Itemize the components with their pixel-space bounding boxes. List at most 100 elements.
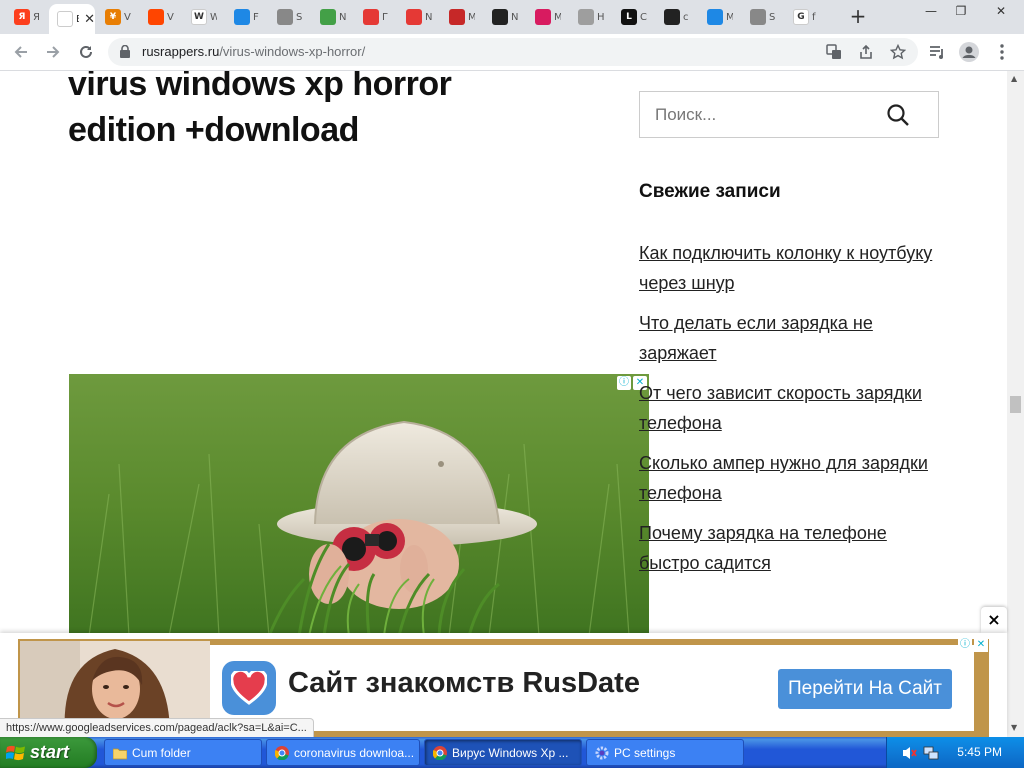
gear-icon [595,746,609,759]
restore-button[interactable]: ❐ [946,0,976,22]
browser-tab[interactable]: S [269,4,303,30]
tab-strip: GfSMcLCHMNMNГNSFWWV¥VВи✕ЯЯ + — ❐ ✕ [0,0,1024,34]
recent-post-link[interactable]: От чего зависит скорость зарядки телефон… [639,383,922,433]
new-tab-button[interactable]: + [848,5,868,27]
browser-tab[interactable]: M [699,4,733,30]
scroll-up-arrow-icon[interactable]: ▲ [1011,74,1017,83]
recent-post-link[interactable]: Сколько ампер нужно для зарядки телефона [639,453,928,503]
taskbar-task-coronavirus[interactable]: coronavirus downloa... [266,739,420,766]
tab-title: N [339,11,346,23]
translate-icon[interactable] [826,44,842,60]
tab-favicon-icon [148,9,164,25]
reload-icon [80,45,92,58]
ad-image-explorer-in-grass[interactable]: ⓘ ✕ [69,374,649,636]
banner-ad-close-icon[interactable]: ✕ [974,638,988,652]
browser-tab[interactable]: M [527,4,561,30]
recent-post-item: Сколько ампер нужно для зарядки телефона [639,448,939,508]
banner-headline: Сайт знакомств RusDate [288,667,640,699]
recent-posts-heading: Свежие записи [639,181,781,202]
tab-favicon-icon [363,9,379,25]
browser-tab[interactable]: ЯЯ [6,4,40,30]
tab-title: V [167,11,174,23]
browser-tab[interactable]: S [742,4,776,30]
search-input[interactable] [640,92,880,137]
recent-post-link[interactable]: Что делать если зарядка не заряжает [639,313,873,363]
reload-button[interactable] [74,40,98,64]
search-form [639,91,939,138]
banner-content: Сайт знакомств RusDate Перейти На Сайт [210,645,974,731]
bookmark-star-icon[interactable] [890,44,906,60]
scroll-down-arrow-icon[interactable]: ▼ [1011,723,1017,732]
tab-title: F [253,11,259,23]
browser-tab[interactable]: ¥ V [97,4,131,30]
tab-title: Г [382,11,389,23]
taskbar-task-cum-folder[interactable]: Cum folder [104,739,262,766]
browser-tab[interactable]: V [140,4,174,30]
reading-list-button[interactable] [925,40,949,64]
windows-logo-icon [6,745,25,760]
taskbar-task-pc-settings[interactable]: PC settings [586,739,744,766]
network-icon[interactable] [923,745,939,761]
taskbar-task-virus-windows-xp[interactable]: Вирус Windows Xp ... [424,739,582,766]
banner-cta-button[interactable]: Перейти На Сайт [778,669,952,709]
forward-arrow-icon [47,46,60,58]
browser-toolbar: rusrappers.ru/virus-windows-xp-horror/ [0,34,1024,71]
tab-close-icon[interactable]: ✕ [84,12,95,27]
tab-favicon-icon [578,9,594,25]
browser-tab[interactable]: LC [613,4,647,30]
tab-favicon-icon [406,9,422,25]
banner-ad-info-icon[interactable]: ⓘ [958,638,972,652]
tab-favicon-icon: ¥ [105,9,121,25]
link-status-bar: https://www.googleadservices.com/pagead/… [0,718,314,738]
browser-tab[interactable]: Gf [785,4,819,30]
tab-title: Ви [76,14,79,25]
browser-tab[interactable]: WW [183,4,217,30]
scrollbar-thumb[interactable] [1010,396,1021,413]
tab-favicon-icon [535,9,551,25]
browser-tab[interactable]: Ви ✕ [49,4,95,34]
browser-tab[interactable]: c [656,4,690,30]
recent-post-link[interactable]: Почему зарядка на телефоне быстро садитс… [639,523,887,573]
browser-tab[interactable]: M [441,4,475,30]
close-window-button[interactable]: ✕ [978,0,1024,22]
browser-tab[interactable]: H [570,4,604,30]
grass-explorer-illustration [69,374,649,636]
browser-tab[interactable]: Г [355,4,389,30]
url-text: rusrappers.ru/virus-windows-xp-horror/ [142,44,365,59]
profile-button[interactable] [957,40,981,64]
taskbar-task-label: Вирус Windows Xp ... [452,745,569,760]
back-button[interactable] [9,40,33,64]
menu-button[interactable] [990,40,1014,64]
tab-favicon-icon [449,9,465,25]
search-icon[interactable] [886,103,910,127]
recent-post-item: Что делать если зарядка не заряжает [639,308,939,368]
share-icon[interactable] [858,44,874,60]
address-bar[interactable]: rusrappers.ru/virus-windows-xp-horror/ [108,38,918,66]
url-domain: rusrappers.ru [142,44,220,59]
tab-favicon-icon: G [793,9,809,25]
taskbar-task-label: Cum folder [132,745,191,760]
tab-favicon-icon: Я [14,9,30,25]
forward-button[interactable] [41,40,65,64]
page-scrollbar[interactable]: ▲ ▼ [1007,71,1024,737]
start-button[interactable]: start [0,737,97,768]
start-label: start [30,742,70,762]
recent-post-link[interactable]: Как подключить колонку к ноутбуку через … [639,243,932,293]
browser-tab[interactable]: N [484,4,518,30]
browser-tab[interactable]: N [398,4,432,30]
tab-title: f [812,11,816,23]
recent-post-item: От чего зависит скорость зарядки телефон… [639,378,939,438]
browser-tab[interactable]: N [312,4,346,30]
kebab-menu-icon [1000,44,1004,60]
banner-close-button[interactable]: × [981,607,1007,633]
ad-info-icon[interactable]: ⓘ [617,376,631,390]
tab-title: N [425,11,432,23]
banner-ad-choices: ⓘ ✕ [958,638,988,652]
article-title: virus windows xp horror edition +downloa… [68,71,452,149]
minimize-button[interactable]: — [916,0,946,22]
recent-posts-list: Как подключить колонку к ноутбуку через … [639,238,939,588]
tab-title: Я [33,11,40,23]
volume-muted-icon[interactable] [901,745,917,761]
tab-title: N [511,11,518,23]
browser-tab[interactable]: F [226,4,260,30]
